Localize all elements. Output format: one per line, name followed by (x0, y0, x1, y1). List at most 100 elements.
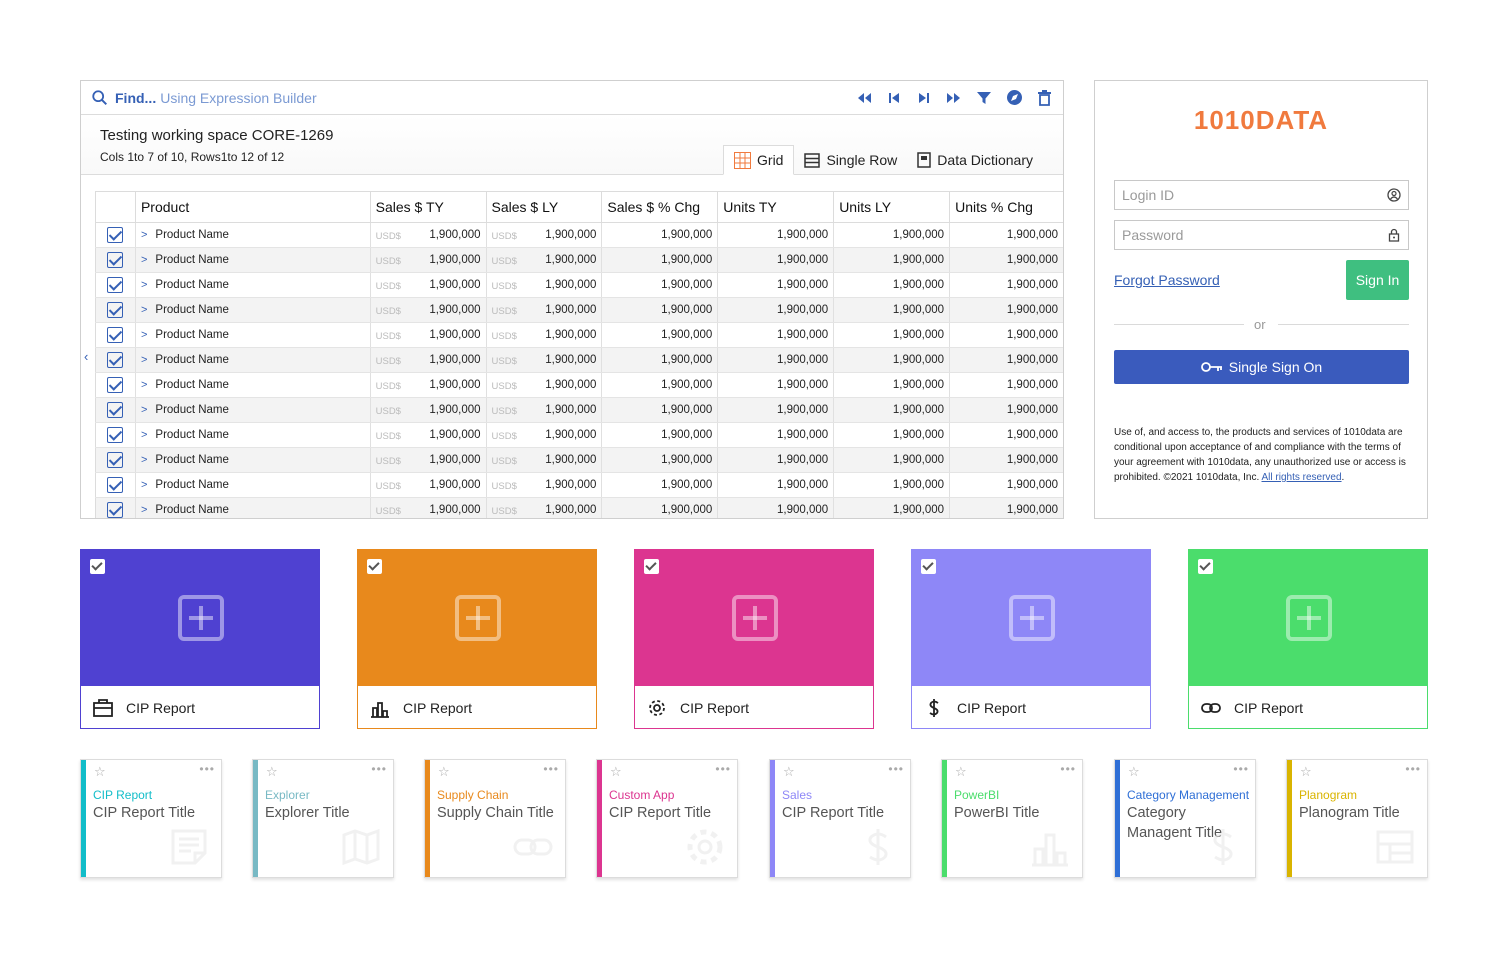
column-header-units-ly[interactable]: Units LY (833, 191, 951, 223)
report-tile[interactable]: CIP Report (80, 549, 320, 729)
next-page-icon[interactable] (915, 89, 933, 107)
column-header-product[interactable]: Product (134, 191, 371, 223)
row-checkbox-cell[interactable] (95, 322, 136, 348)
column-header-units-ty[interactable]: Units TY (717, 191, 835, 223)
product-cell[interactable]: > Product Name (135, 372, 371, 398)
sign-in-button[interactable]: Sign In (1346, 260, 1409, 300)
app-card[interactable]: ☆ ••• Explorer Explorer Title (252, 759, 394, 878)
table-row[interactable]: > Product Name USD$ 1,900,000 USD$ 1,900,000 1… (95, 272, 1063, 298)
expand-chevron-icon[interactable]: > (141, 379, 147, 391)
single-sign-on-button[interactable]: Single Sign On (1114, 350, 1409, 384)
add-icon[interactable] (455, 595, 501, 641)
table-row[interactable]: > Product Name USD$ 1,900,000 USD$ 1,900,000 1… (95, 322, 1063, 348)
product-cell[interactable]: > Product Name (135, 272, 371, 298)
column-header-sales-ly[interactable]: Sales $ LY (485, 191, 603, 223)
add-icon[interactable] (1009, 595, 1055, 641)
tile-checkbox[interactable] (367, 559, 382, 574)
more-options-icon[interactable]: ••• (715, 762, 731, 776)
add-icon[interactable] (178, 595, 224, 641)
tile-checkbox[interactable] (644, 559, 659, 574)
product-cell[interactable]: > Product Name (135, 247, 371, 273)
column-header-sales-ty[interactable]: Sales $ TY (369, 191, 487, 223)
password-field[interactable]: Password (1114, 220, 1409, 250)
row-checkbox-cell[interactable] (95, 397, 136, 423)
row-checkbox[interactable] (107, 427, 124, 443)
filter-icon[interactable] (975, 89, 993, 107)
report-tile[interactable]: CIP Report (357, 549, 597, 729)
product-cell[interactable]: > Product Name (135, 397, 371, 423)
expand-chevron-icon[interactable]: > (141, 304, 147, 316)
expression-builder-link[interactable]: Using Expression Builder (160, 90, 316, 106)
star-icon[interactable]: ☆ (266, 764, 278, 780)
explore-icon[interactable] (1005, 89, 1023, 107)
row-checkbox[interactable] (107, 352, 124, 368)
column-header-sales-chg[interactable]: Sales $ % Chg (601, 191, 719, 223)
app-card[interactable]: ☆ ••• Sales CIP Report Title (769, 759, 911, 878)
expand-chevron-icon[interactable]: > (141, 329, 147, 341)
product-cell[interactable]: > Product Name (135, 472, 371, 498)
product-cell[interactable]: > Product Name (135, 297, 371, 323)
add-icon[interactable] (732, 595, 778, 641)
table-row[interactable]: > Product Name USD$ 1,900,000 USD$ 1,900,000 1… (95, 422, 1063, 448)
row-checkbox-cell[interactable] (95, 297, 136, 323)
more-options-icon[interactable]: ••• (1233, 762, 1249, 776)
table-row[interactable]: > Product Name USD$ 1,900,000 USD$ 1,900,000 1… (95, 472, 1063, 498)
app-card[interactable]: ☆ ••• CIP Report CIP Report Title (80, 759, 222, 878)
collapse-left-icon[interactable]: ‹ (84, 349, 88, 364)
product-cell[interactable]: > Product Name (135, 347, 371, 373)
row-checkbox[interactable] (107, 277, 124, 293)
table-row[interactable]: > Product Name USD$ 1,900,000 USD$ 1,900,000 1… (95, 372, 1063, 398)
row-checkbox-cell[interactable] (95, 447, 136, 473)
all-rights-reserved-link[interactable]: All rights reserved (1262, 472, 1342, 483)
expand-chevron-icon[interactable]: > (141, 479, 147, 491)
row-checkbox-cell[interactable] (95, 497, 136, 518)
tile-checkbox[interactable] (921, 559, 936, 574)
tab-data-dictionary[interactable]: Data Dictionary (907, 145, 1043, 175)
row-checkbox-cell[interactable] (95, 472, 136, 498)
app-card[interactable]: ☆ ••• Category Management Category Manag… (1114, 759, 1256, 878)
row-checkbox[interactable] (107, 377, 124, 393)
row-checkbox[interactable] (107, 327, 124, 343)
row-checkbox-cell[interactable] (95, 247, 136, 273)
star-icon[interactable]: ☆ (94, 764, 106, 780)
tab-grid[interactable]: Grid (723, 145, 795, 175)
prev-page-icon[interactable] (885, 89, 903, 107)
row-checkbox-cell[interactable] (95, 372, 136, 398)
report-tile[interactable]: CIP Report (911, 549, 1151, 729)
tab-single-row[interactable]: Single Row (794, 145, 907, 175)
row-checkbox[interactable] (107, 402, 124, 418)
table-row[interactable]: > Product Name USD$ 1,900,000 USD$ 1,900,000 1… (95, 347, 1063, 373)
expand-chevron-icon[interactable]: > (141, 229, 147, 241)
forgot-password-link[interactable]: Forgot Password (1114, 272, 1220, 288)
report-tile[interactable]: CIP Report (634, 549, 874, 729)
more-options-icon[interactable]: ••• (371, 762, 387, 776)
star-icon[interactable]: ☆ (955, 764, 967, 780)
row-checkbox-cell[interactable] (95, 422, 136, 448)
add-icon[interactable] (1286, 595, 1332, 641)
star-icon[interactable]: ☆ (610, 764, 622, 780)
expand-chevron-icon[interactable]: > (141, 454, 147, 466)
column-header-units-chg[interactable]: Units % Chg (949, 191, 1063, 223)
star-icon[interactable]: ☆ (783, 764, 795, 780)
row-checkbox[interactable] (107, 477, 124, 493)
row-checkbox[interactable] (107, 252, 124, 268)
table-row[interactable]: > Product Name USD$ 1,900,000 USD$ 1,900,000 1… (95, 397, 1063, 423)
more-options-icon[interactable]: ••• (1060, 762, 1076, 776)
row-checkbox-cell[interactable] (95, 347, 136, 373)
row-checkbox[interactable] (107, 502, 124, 518)
app-card[interactable]: ☆ ••• Planogram Planogram Title (1286, 759, 1428, 878)
find-label[interactable]: Find... (115, 90, 156, 106)
expand-chevron-icon[interactable]: > (141, 429, 147, 441)
search-icon[interactable] (91, 89, 109, 107)
expand-chevron-icon[interactable]: > (141, 504, 147, 516)
row-checkbox[interactable] (107, 302, 124, 318)
product-cell[interactable]: > Product Name (135, 422, 371, 448)
row-checkbox[interactable] (107, 227, 124, 243)
star-icon[interactable]: ☆ (438, 764, 450, 780)
select-column-header[interactable] (95, 191, 136, 223)
expand-chevron-icon[interactable]: > (141, 279, 147, 291)
tile-checkbox[interactable] (90, 559, 105, 574)
product-cell[interactable]: > Product Name (135, 322, 371, 348)
product-cell[interactable]: > Product Name (135, 497, 371, 518)
row-checkbox-cell[interactable] (95, 222, 136, 248)
